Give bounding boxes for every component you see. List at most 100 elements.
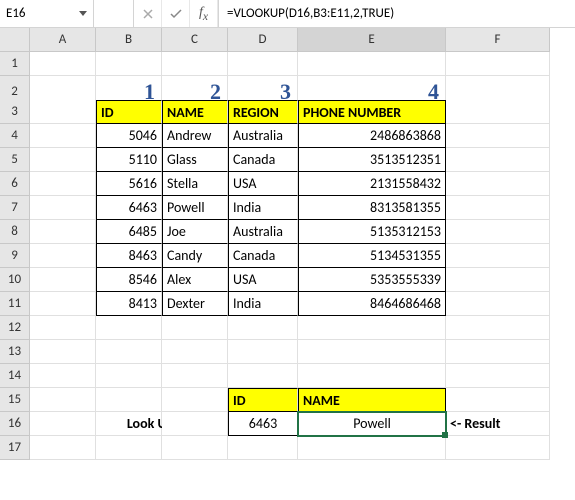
- cell-B13[interactable]: [96, 340, 162, 364]
- cell-F11[interactable]: [446, 292, 550, 316]
- cell-A11[interactable]: [30, 292, 96, 316]
- cell-C12[interactable]: [162, 316, 228, 340]
- cell-F5[interactable]: [446, 148, 550, 172]
- cell-D6[interactable]: USA: [228, 172, 298, 196]
- row-header-15[interactable]: 15: [0, 388, 30, 412]
- cell-C4[interactable]: Andrew: [162, 124, 228, 148]
- cell-C8[interactable]: Joe: [162, 220, 228, 244]
- cell-E13[interactable]: [298, 340, 446, 364]
- cell-F17[interactable]: [446, 436, 550, 460]
- cell-B16[interactable]: Look Up Value->: [96, 412, 162, 436]
- cell-D5[interactable]: Canada: [228, 148, 298, 172]
- select-all-corner[interactable]: [0, 28, 30, 52]
- col-header-A[interactable]: A: [30, 28, 96, 52]
- cell-A13[interactable]: [30, 340, 96, 364]
- cell-C13[interactable]: [162, 340, 228, 364]
- cell-B1[interactable]: [96, 52, 162, 76]
- cell-A15[interactable]: [30, 388, 96, 412]
- col-header-E[interactable]: E: [298, 28, 446, 52]
- cell-B15[interactable]: [96, 388, 162, 412]
- cell-E11[interactable]: 8464686468: [298, 292, 446, 316]
- col-header-F[interactable]: F: [446, 28, 550, 52]
- cell-B10[interactable]: 8546: [96, 268, 162, 292]
- cell-D16[interactable]: 6463: [228, 412, 298, 436]
- row-header-6[interactable]: 6: [0, 172, 30, 196]
- cell-D7[interactable]: India: [228, 196, 298, 220]
- cell-E15[interactable]: NAME: [298, 388, 446, 412]
- cell-A12[interactable]: [30, 316, 96, 340]
- cell-D14[interactable]: [228, 364, 298, 388]
- cell-C7[interactable]: Powell: [162, 196, 228, 220]
- accept-formula-button[interactable]: [162, 0, 190, 27]
- cell-E5[interactable]: 3513512351: [298, 148, 446, 172]
- cell-D15[interactable]: ID: [228, 388, 298, 412]
- cell-A6[interactable]: [30, 172, 96, 196]
- cell-D10[interactable]: USA: [228, 268, 298, 292]
- cell-B9[interactable]: 8463: [96, 244, 162, 268]
- col-header-B[interactable]: B: [96, 28, 162, 52]
- cell-E12[interactable]: [298, 316, 446, 340]
- col-header-C[interactable]: C: [162, 28, 228, 52]
- cell-C17[interactable]: [162, 436, 228, 460]
- cell-F12[interactable]: [446, 316, 550, 340]
- cell-C1[interactable]: [162, 52, 228, 76]
- cell-E6[interactable]: 2131558432: [298, 172, 446, 196]
- cell-F9[interactable]: [446, 244, 550, 268]
- cell-D11[interactable]: India: [228, 292, 298, 316]
- cell-E8[interactable]: 5135312153: [298, 220, 446, 244]
- row-header-10[interactable]: 10: [0, 268, 30, 292]
- row-header-3[interactable]: 3: [0, 100, 30, 124]
- row-header-16[interactable]: 16: [0, 412, 30, 436]
- cell-D17[interactable]: [228, 436, 298, 460]
- row-header-8[interactable]: 8: [0, 220, 30, 244]
- col-header-D[interactable]: D: [228, 28, 298, 52]
- cell-A8[interactable]: [30, 220, 96, 244]
- cell-A9[interactable]: [30, 244, 96, 268]
- chevron-down-icon[interactable]: [79, 11, 87, 16]
- cell-C3[interactable]: NAME: [162, 100, 228, 124]
- cell-F8[interactable]: [446, 220, 550, 244]
- cell-D4[interactable]: Australia: [228, 124, 298, 148]
- cell-E4[interactable]: 2486863868: [298, 124, 446, 148]
- cell-A5[interactable]: [30, 148, 96, 172]
- cell-D8[interactable]: Australia: [228, 220, 298, 244]
- cell-A7[interactable]: [30, 196, 96, 220]
- cell-D3[interactable]: REGION: [228, 100, 298, 124]
- cell-C16[interactable]: [162, 412, 228, 436]
- cell-B3[interactable]: ID: [96, 100, 162, 124]
- cell-A3[interactable]: [30, 100, 96, 124]
- cell-E9[interactable]: 5134531355: [298, 244, 446, 268]
- cell-B11[interactable]: 8413: [96, 292, 162, 316]
- cell-B7[interactable]: 6463: [96, 196, 162, 220]
- cell-A1[interactable]: [30, 52, 96, 76]
- row-header-9[interactable]: 9: [0, 244, 30, 268]
- cell-E1[interactable]: [298, 52, 446, 76]
- cell-B5[interactable]: 5110: [96, 148, 162, 172]
- cell-C15[interactable]: [162, 388, 228, 412]
- cell-F7[interactable]: [446, 196, 550, 220]
- cell-B6[interactable]: 5616: [96, 172, 162, 196]
- cell-B12[interactable]: [96, 316, 162, 340]
- cell-D1[interactable]: [228, 52, 298, 76]
- cell-A10[interactable]: [30, 268, 96, 292]
- row-header-7[interactable]: 7: [0, 196, 30, 220]
- cell-C5[interactable]: Glass: [162, 148, 228, 172]
- row-header-14[interactable]: 14: [0, 364, 30, 388]
- cell-A17[interactable]: [30, 436, 96, 460]
- cell-F15[interactable]: [446, 388, 550, 412]
- cell-E14[interactable]: [298, 364, 446, 388]
- formula-input[interactable]: =VLOOKUP(D16,B3:E11,2,TRUE): [219, 0, 575, 27]
- cell-E3[interactable]: PHONE NUMBER: [298, 100, 446, 124]
- cell-B14[interactable]: [96, 364, 162, 388]
- row-header-13[interactable]: 13: [0, 340, 30, 364]
- row-header-5[interactable]: 5: [0, 148, 30, 172]
- cell-B4[interactable]: 5046: [96, 124, 162, 148]
- cell-A16[interactable]: [30, 412, 96, 436]
- cell-E17[interactable]: [298, 436, 446, 460]
- cell-D13[interactable]: [228, 340, 298, 364]
- cell-F1[interactable]: [446, 52, 550, 76]
- cancel-formula-button[interactable]: [134, 0, 162, 27]
- cell-F10[interactable]: [446, 268, 550, 292]
- row-header-12[interactable]: 12: [0, 316, 30, 340]
- row-header-17[interactable]: 17: [0, 436, 30, 460]
